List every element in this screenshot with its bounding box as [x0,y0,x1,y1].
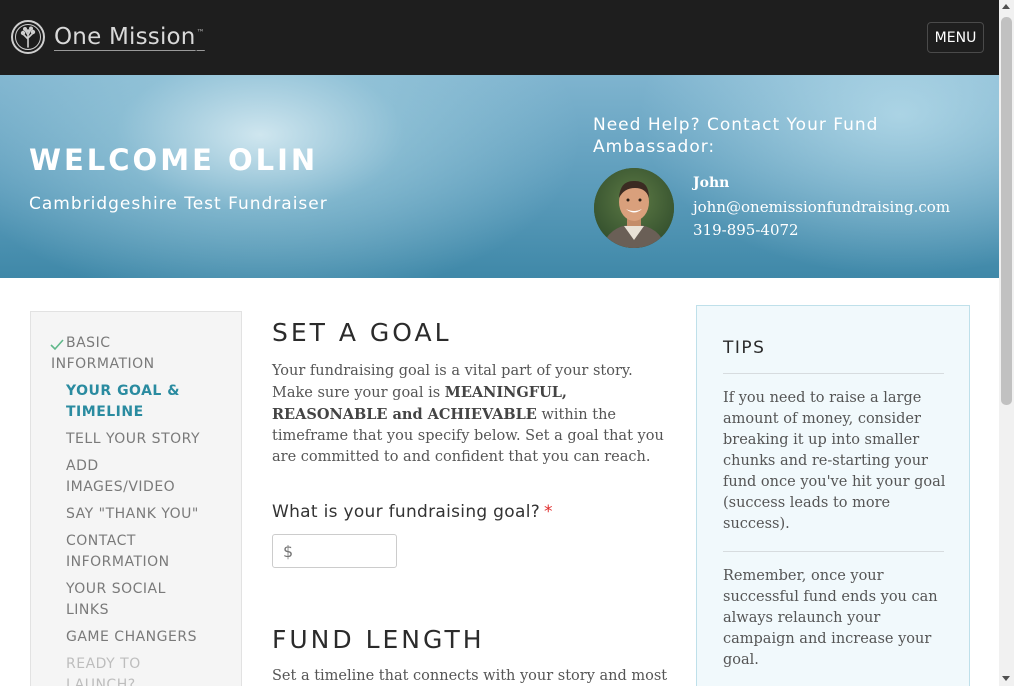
logo-text: One Mission™ [54,24,205,50]
tips-divider [723,373,944,374]
step-add-images-video[interactable]: ADD IMAGES/VIDEO [66,456,196,498]
step-social-links[interactable]: YOUR SOCIAL LINKS [66,579,206,621]
fund-length-description: Set a timeline that connects with your s… [272,668,668,684]
step-contact-information[interactable]: CONTACT INFORMATION [66,531,216,573]
scroll-down-arrow-icon[interactable] [1002,676,1010,681]
tip-item: Remember, once your successful fund ends… [723,568,938,668]
step-game-changers[interactable]: GAME CHANGERS [66,627,236,648]
step-basic-information[interactable]: BASIC INFORMATION [51,333,201,375]
set-goal-heading: SET A GOAL [272,318,452,347]
tips-divider [723,551,944,552]
scroll-thumb[interactable] [1001,17,1012,405]
required-marker: * [544,502,553,522]
ambassador-photo [594,168,674,248]
tip-item: If you need to raise a large amount of m… [723,390,946,532]
page-scrollbar[interactable] [999,0,1014,686]
top-navbar: One Mission™ MENU [0,0,999,75]
ambassador-email-link[interactable]: john@onemissionfundraising.com [693,198,950,216]
goal-description: Your fundraising goal is a vital part of… [272,363,664,465]
fund-length-heading: FUND LENGTH [272,625,485,654]
one-mission-logo[interactable]: One Mission™ [10,18,205,56]
fundraiser-name: Cambridgeshire Test Fundraiser [29,194,328,214]
tips-title: TIPS [723,338,766,358]
steps-sidebar: BASIC INFORMATION YOUR GOAL & TIMELINE T… [30,311,242,686]
step-tell-your-story[interactable]: TELL YOUR STORY [66,429,226,450]
ambassador-phone: 319-895-4072 [693,221,799,239]
step-goal-timeline[interactable]: YOUR GOAL & TIMELINE [66,381,216,423]
menu-button[interactable]: MENU [927,22,984,53]
tree-circle-icon [11,20,45,54]
goal-question-label: What is your fundraising goal? * [272,502,553,522]
step-say-thank-you[interactable]: SAY "THANK YOU" [66,504,226,525]
welcome-heading: WELCOME OLIN [29,143,319,177]
step-ready-to-launch: READY TO LAUNCH? [66,656,141,686]
ambassador-name: John [693,175,730,191]
welcome-banner: WELCOME OLIN Cambridgeshire Test Fundrai… [0,75,999,278]
goal-amount-input[interactable] [272,534,397,568]
ambassador-avatar [594,168,674,248]
tips-panel: TIPS If you need to raise a large amount… [696,305,970,686]
help-heading: Need Help? Contact Your Fund Ambassador: [593,115,879,157]
scroll-up-arrow-icon[interactable] [1002,4,1010,9]
